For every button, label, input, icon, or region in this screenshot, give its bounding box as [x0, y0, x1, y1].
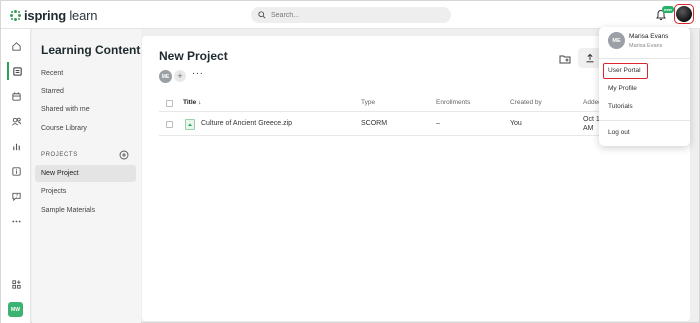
owner-avatar[interactable]: ME: [159, 70, 172, 83]
sidebar-item-projects[interactable]: Projects: [35, 183, 136, 200]
rail-calendar-button[interactable]: [7, 87, 25, 105]
column-enrollments[interactable]: Enrollments: [436, 99, 470, 106]
sidebar-item-shared-with-me[interactable]: Shared with me: [35, 101, 136, 118]
top-bar: ispring learn new: [1, 1, 700, 29]
select-all-checkbox[interactable]: [166, 100, 173, 107]
user-avatar-button[interactable]: [674, 4, 694, 24]
column-title-label: Title: [183, 99, 197, 106]
column-created-by[interactable]: Created by: [510, 99, 542, 106]
row-added-time: AM: [583, 125, 594, 132]
logo[interactable]: ispring learn: [10, 8, 97, 23]
rail-home-button[interactable]: [7, 37, 25, 55]
rail-apps-button[interactable]: [7, 275, 25, 293]
page-title: New Project: [159, 49, 228, 63]
icon-rail: ? MW: [1, 29, 31, 323]
home-icon: [11, 41, 21, 51]
ispring-logo-icon: [10, 10, 21, 21]
users-icon: [11, 117, 21, 125]
learning-content-icon: [12, 66, 22, 76]
search-icon: [258, 11, 266, 19]
new-folder-icon[interactable]: [558, 52, 572, 66]
row-title[interactable]: Culture of Ancient Greece.zip: [201, 120, 292, 127]
menu-item-user-portal[interactable]: User Portal: [608, 67, 641, 74]
sidebar-item-sample-materials[interactable]: Sample Materials: [35, 202, 136, 219]
row-enrollments: –: [436, 120, 440, 127]
column-type[interactable]: Type: [361, 99, 375, 106]
sidebar-title: Learning Content: [41, 43, 141, 57]
app-window: ispring learn new ?: [0, 0, 700, 323]
sidebar-item-starred[interactable]: Starred: [35, 83, 136, 100]
more-icon: [11, 220, 21, 222]
logo-text: ispring learn: [24, 8, 97, 23]
rail-chat-button[interactable]: ?: [7, 187, 25, 205]
more-options-button[interactable]: ···: [192, 69, 204, 79]
avatar: [676, 6, 692, 22]
rail-user-avatar[interactable]: MW: [8, 302, 23, 317]
projects-heading: PROJECTS: [41, 152, 78, 158]
rail-learning-content-button[interactable]: [7, 62, 25, 80]
rail-more-button[interactable]: [7, 212, 25, 230]
sidebar-item-course-library[interactable]: Course Library: [35, 120, 136, 137]
dropdown-user-subtitle: Marisa Evans: [629, 43, 663, 49]
rail-info-button[interactable]: [7, 162, 25, 180]
rail-reports-button[interactable]: [7, 137, 25, 155]
row-checkbox[interactable]: [166, 121, 173, 128]
sidebar-item-new-project[interactable]: New Project: [35, 165, 136, 182]
chat-icon: ?: [11, 192, 21, 201]
sort-down-icon: ↓: [198, 99, 202, 106]
reports-icon: [12, 143, 20, 150]
column-title[interactable]: Title ↓: [183, 99, 201, 106]
search-input[interactable]: [271, 11, 441, 19]
apps-icon: [11, 279, 21, 289]
menu-item-my-profile[interactable]: My Profile: [608, 85, 637, 92]
rail-users-button[interactable]: [7, 112, 25, 130]
logo-product: learn: [69, 8, 98, 23]
dropdown-avatar: ME: [608, 32, 625, 49]
menu-item-tutorials[interactable]: Tutorials: [608, 103, 633, 110]
dropdown-divider: [599, 58, 690, 59]
sidebar-item-recent[interactable]: Recent: [35, 65, 136, 82]
row-added: Oct 1 AM: [583, 115, 600, 133]
sidebar: Learning Content Recent Starred Shared w…: [32, 29, 141, 323]
info-icon: [11, 166, 21, 176]
row-added-date: Oct 1: [583, 116, 600, 123]
row-created-by: You: [510, 120, 522, 127]
add-member-button[interactable]: +: [174, 70, 186, 82]
dropdown-user-name: Marisa Evans: [629, 33, 669, 40]
profile-dropdown: ME Marisa Evans Marisa Evans User Portal…: [599, 27, 690, 146]
calendar-icon: [11, 91, 21, 101]
add-project-icon[interactable]: [119, 150, 129, 160]
menu-item-log-out[interactable]: Log out: [608, 129, 630, 136]
upload-icon: [586, 53, 594, 63]
notification-badge: new: [662, 6, 674, 13]
row-type: SCORM: [361, 120, 388, 127]
scorm-file-icon: [185, 119, 195, 130]
logo-brand: ispring: [24, 8, 66, 23]
dropdown-divider: [599, 120, 690, 121]
search-bar[interactable]: [251, 7, 451, 23]
